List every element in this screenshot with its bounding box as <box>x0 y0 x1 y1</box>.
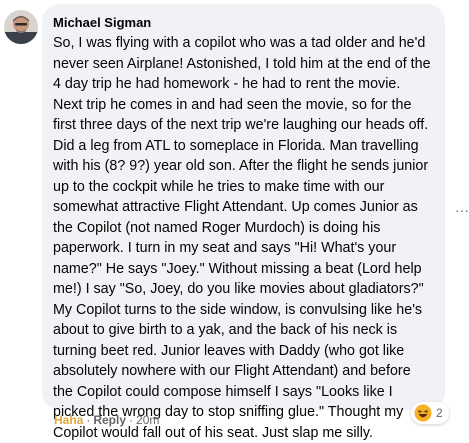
haha-emoji-icon <box>414 404 432 422</box>
separator-dot: · <box>86 413 91 427</box>
haha-reaction-button[interactable]: Haha <box>54 413 83 427</box>
reply-button[interactable]: Reply <box>93 413 126 427</box>
comment-bubble: Michael Sigman So, I was flying with a c… <box>42 4 445 441</box>
separator-dot: · <box>129 413 134 427</box>
avatar-photo-icon <box>4 10 38 44</box>
reaction-summary[interactable]: 2 <box>411 402 449 424</box>
comment-author[interactable]: Michael Sigman <box>53 15 433 31</box>
more-options-icon[interactable]: ··· <box>455 202 469 218</box>
avatar[interactable] <box>4 10 38 44</box>
comment-text: So, I was flying with a copilot who was … <box>53 35 431 441</box>
comment-actions: Haha · Reply · 20m <box>54 413 159 427</box>
reaction-count: 2 <box>436 406 443 420</box>
comment-timestamp[interactable]: 20m <box>136 413 159 427</box>
